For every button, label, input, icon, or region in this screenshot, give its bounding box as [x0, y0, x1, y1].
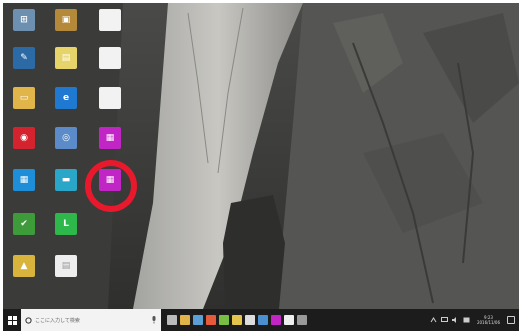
desktop-icon-document[interactable] [99, 9, 121, 31]
taskbar-store-icon[interactable] [193, 315, 203, 325]
desktop-icon-internet-explorer[interactable]: e [55, 87, 77, 109]
highlight-circle [85, 160, 137, 212]
taskbar: ここに入力して検索 9:23 2016/11/06 [3, 309, 519, 331]
system-tray: 9:23 2016/11/06 [430, 315, 519, 325]
taskbar-pinned-apps [167, 315, 307, 325]
desktop-icon-document[interactable]: ▲ [13, 255, 35, 277]
desktop-icon-document[interactable] [99, 87, 121, 109]
taskbar-task-view-icon[interactable] [167, 315, 177, 325]
taskbar-app-blue-icon[interactable] [258, 315, 268, 325]
notification-icon[interactable] [507, 316, 515, 324]
taskbar-app-white-icon[interactable] [245, 315, 255, 325]
search-icon [25, 316, 32, 324]
desktop-icon-notepad[interactable]: ▤ [55, 47, 77, 69]
taskbar-chrome-icon[interactable] [206, 315, 216, 325]
desktop-icon-document[interactable] [99, 47, 121, 69]
desktop-icon-application[interactable]: ◎ [55, 127, 77, 149]
ime-icon[interactable] [463, 317, 470, 323]
search-placeholder: ここに入力して検索 [35, 317, 80, 324]
clock-date: 2016/11/06 [476, 320, 500, 325]
taskbar-file-explorer-icon[interactable] [180, 315, 190, 325]
windows-logo-icon [7, 315, 17, 325]
desktop-icon-line[interactable]: L [55, 213, 77, 235]
taskbar-app-tools-icon[interactable] [297, 315, 307, 325]
desktop-icon-application[interactable]: ▬ [55, 169, 77, 191]
desktop-icon-windows[interactable]: ⊞ [13, 9, 35, 31]
search-box[interactable]: ここに入力して検索 [21, 309, 161, 331]
volume-icon[interactable] [451, 317, 459, 323]
clock[interactable]: 9:23 2016/11/06 [477, 315, 500, 325]
desktop-icon-tool[interactable]: ✎ [13, 47, 35, 69]
desktop-icon-purple-app[interactable]: ▦ [99, 127, 121, 149]
taskbar-app-doc-icon[interactable] [284, 315, 294, 325]
network-icon[interactable] [440, 317, 448, 323]
desktop-screen: ⊞ ▣ ✎ ▤ ▭ e ◉ ◎ ▦ ▦ ▬ ▦ ✔ L ▲ ▤ ここに入力して検索 [3, 3, 519, 331]
desktop-icon-security[interactable]: ◉ [13, 127, 35, 149]
start-button[interactable] [3, 309, 21, 331]
taskbar-app-yellow-icon[interactable] [232, 315, 242, 325]
desktop-icon-document[interactable]: ▤ [55, 255, 77, 277]
chevron-up-icon[interactable] [430, 317, 437, 323]
desktop-icon-photo[interactable]: ▣ [55, 9, 77, 31]
taskbar-app-purple-icon[interactable] [271, 315, 281, 325]
desktop-icon-tool[interactable]: ✔ [13, 213, 35, 235]
taskbar-app-green-icon[interactable] [219, 315, 229, 325]
desktop-wallpaper [3, 3, 519, 309]
desktop-icon-network[interactable]: ▦ [13, 169, 35, 191]
microphone-icon[interactable] [151, 315, 157, 325]
desktop-icon-folder[interactable]: ▭ [13, 87, 35, 109]
